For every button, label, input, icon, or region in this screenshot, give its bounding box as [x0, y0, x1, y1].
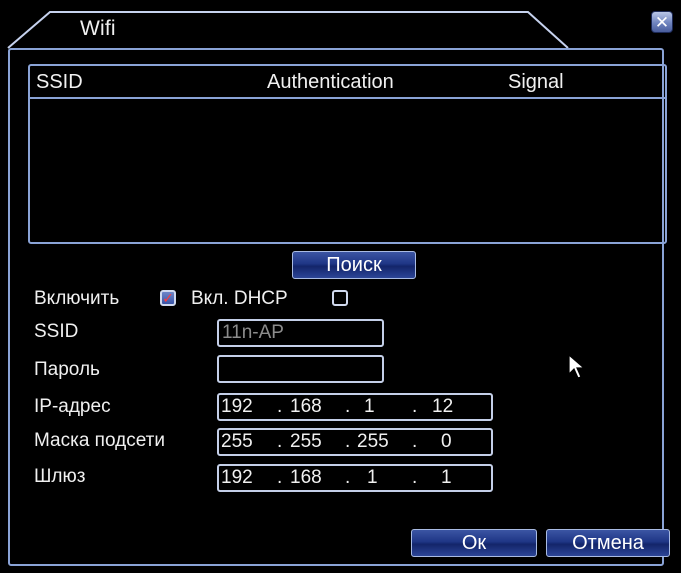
ssid-label: SSID [34, 321, 79, 342]
ip-octet-1[interactable]: 192 [221, 395, 253, 419]
gateway-octet-1[interactable]: 192 [221, 466, 253, 490]
ok-button[interactable]: Ок [411, 529, 537, 557]
gateway-field[interactable]: 192 . 168 . 1 . 1 [217, 464, 493, 492]
ip-dot: . [345, 396, 351, 417]
dhcp-checkbox[interactable] [332, 290, 348, 306]
mask-octet-3[interactable]: 255 [357, 430, 389, 454]
ip-octet-2[interactable]: 168 [290, 395, 322, 419]
mask-field[interactable]: 255 . 255 . 255 . 0 [217, 428, 493, 456]
network-list-header: SSID Authentication Signal [30, 66, 665, 99]
enable-checkbox[interactable]: ✓ [160, 290, 176, 306]
mask-dot: . [277, 431, 283, 452]
column-signal[interactable]: Signal [508, 71, 564, 94]
password-label: Пароль [34, 359, 100, 380]
gateway-octet-2[interactable]: 168 [290, 466, 322, 490]
mask-octet-2[interactable]: 255 [290, 430, 322, 454]
dhcp-label: Вкл. DHCP [191, 288, 288, 309]
network-list[interactable]: SSID Authentication Signal [28, 64, 667, 244]
ip-octet-4[interactable]: 12 [432, 395, 453, 419]
window-title: Wifi [80, 17, 116, 40]
gateway-octet-4[interactable]: 1 [441, 466, 452, 490]
gateway-octet-3[interactable]: 1 [367, 466, 378, 490]
ip-octet-3[interactable]: 1 [364, 395, 375, 419]
ip-label: IP-адрес [34, 396, 111, 417]
enable-label: Включить [34, 288, 120, 309]
close-button[interactable]: ✕ [651, 11, 673, 33]
gateway-dot: . [345, 467, 351, 488]
column-authentication[interactable]: Authentication [267, 71, 394, 94]
mask-octet-1[interactable]: 255 [221, 430, 253, 454]
password-field[interactable] [217, 355, 384, 383]
gateway-dot: . [412, 467, 418, 488]
gateway-label: Шлюз [34, 466, 86, 487]
mask-dot: . [345, 431, 351, 452]
cancel-button[interactable]: Отмена [546, 529, 670, 557]
mask-dot: . [412, 431, 418, 452]
gateway-dot: . [277, 467, 283, 488]
ip-dot: . [412, 396, 418, 417]
ip-dot: . [277, 396, 283, 417]
ssid-field[interactable]: 11n-AP [217, 319, 384, 347]
mask-octet-4[interactable]: 0 [441, 430, 452, 454]
mask-label: Маска подсети [34, 430, 165, 451]
mouse-pointer-icon [568, 354, 586, 379]
ip-field[interactable]: 192 . 168 . 1 . 12 [217, 393, 493, 421]
column-ssid[interactable]: SSID [36, 71, 83, 94]
search-button[interactable]: Поиск [292, 251, 416, 279]
